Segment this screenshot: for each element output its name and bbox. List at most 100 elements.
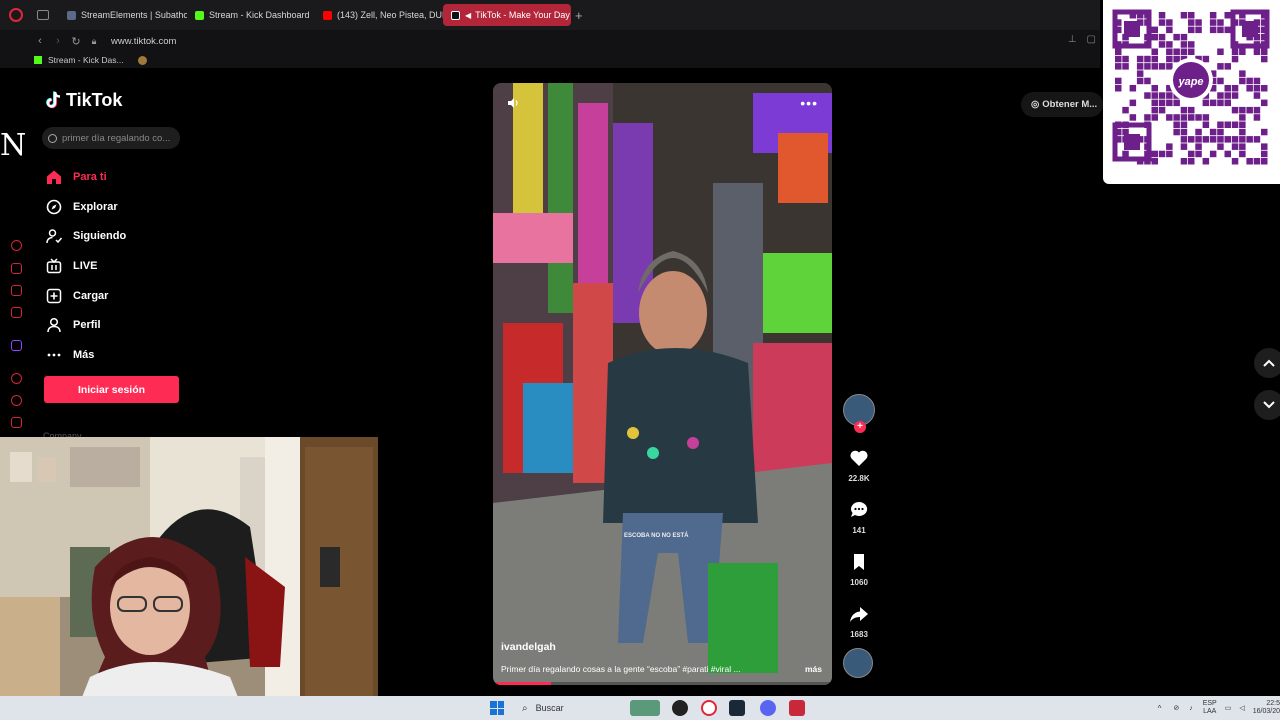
qr-module bbox=[1202, 121, 1210, 128]
tab-tiktok[interactable]: ◀ TikTok - Make Your Day bbox=[443, 4, 571, 26]
tab-label: TikTok - Make Your Day bbox=[475, 10, 570, 20]
sidebar-messenger-icon[interactable] bbox=[11, 285, 22, 296]
qr-module bbox=[1158, 92, 1166, 99]
search-icon bbox=[48, 133, 57, 143]
follow-plus-icon[interactable]: + bbox=[854, 421, 866, 433]
tray-mic-icon[interactable]: ♪ bbox=[1189, 705, 1193, 712]
description-more-link[interactable]: más bbox=[805, 664, 822, 674]
tab-streamelements[interactable]: StreamElements | Subathon bbox=[59, 4, 187, 26]
qr-module bbox=[1224, 150, 1231, 158]
qr-module bbox=[1166, 63, 1173, 70]
previous-video-button[interactable] bbox=[1254, 348, 1280, 378]
qr-module bbox=[1180, 106, 1188, 114]
qr-module bbox=[1180, 41, 1188, 48]
tiktok-favicon-icon bbox=[451, 10, 460, 20]
comment-action[interactable]: 141 bbox=[843, 500, 875, 535]
clock[interactable]: 22:5 16/03/20 bbox=[1253, 700, 1280, 716]
qr-module bbox=[1195, 143, 1202, 150]
qr-module bbox=[1166, 41, 1173, 48]
app-pinned-icon[interactable] bbox=[789, 700, 805, 716]
save-action[interactable]: 1060 bbox=[843, 552, 875, 587]
nav-item-siguiendo[interactable]: Siguiendo bbox=[46, 221, 126, 251]
tab-island-icon[interactable] bbox=[37, 10, 49, 20]
sidebar-cube-icon[interactable] bbox=[11, 417, 22, 428]
sidebar-app-icon[interactable] bbox=[11, 307, 22, 318]
qr-module bbox=[1253, 48, 1261, 55]
nav-item-explorar[interactable]: Explorar bbox=[46, 192, 126, 222]
qr-module bbox=[1224, 12, 1231, 19]
video-progress-bar[interactable] bbox=[493, 682, 832, 685]
chevron-down-icon bbox=[1263, 401, 1275, 409]
music-disc-icon[interactable] bbox=[843, 648, 873, 678]
nav-item-mas[interactable]: Más bbox=[46, 340, 126, 370]
reload-icon[interactable]: ↻ bbox=[67, 35, 85, 48]
sidebar-bag-icon[interactable] bbox=[11, 263, 22, 274]
qr-module bbox=[1188, 158, 1195, 165]
qr-module bbox=[1115, 55, 1122, 63]
bookmark-kick-dashboard[interactable]: Stream - Kick Das... bbox=[48, 55, 124, 65]
tray-network-icon[interactable]: ⊘ bbox=[1173, 704, 1179, 712]
windows-taskbar: ⌕ Buscar ^ ⊘ ♪ ESP LAA ▭ ◁ 22:5 16/03/20 bbox=[0, 696, 1280, 720]
video-author[interactable]: ivandelgah bbox=[501, 641, 556, 653]
tab-youtube[interactable]: (143) Zell, Neo Pistea, DUKI bbox=[315, 4, 443, 26]
back-icon[interactable]: ‹ bbox=[31, 35, 49, 47]
tray-chevron-icon[interactable]: ^ bbox=[1158, 704, 1162, 713]
qr-module bbox=[1231, 48, 1239, 55]
volume-icon[interactable] bbox=[507, 97, 519, 109]
get-app-button[interactable]: ◎ Obtener M... bbox=[1021, 92, 1103, 117]
qr-module bbox=[1231, 121, 1239, 128]
video-player[interactable]: ••• ESCOBA NO NO ESTÁ ivandelgah Primer … bbox=[493, 83, 832, 685]
new-tab-button[interactable]: + bbox=[575, 8, 583, 23]
creator-avatar[interactable]: + bbox=[843, 394, 875, 433]
url-field[interactable]: www.tiktok.com bbox=[111, 36, 176, 47]
taskbar-search[interactable]: ⌕ Buscar bbox=[512, 699, 622, 717]
nav-item-live[interactable]: LIVE bbox=[46, 251, 126, 281]
nav-item-cargar[interactable]: Cargar bbox=[46, 281, 126, 311]
search-input[interactable]: primer día regalando co... bbox=[42, 127, 180, 149]
share-icon bbox=[850, 607, 868, 622]
forward-icon[interactable]: › bbox=[49, 35, 67, 47]
snapshot-icon[interactable]: ▢ bbox=[1087, 34, 1096, 45]
tab-label: Stream - Kick Dashboard bbox=[209, 10, 310, 20]
like-action[interactable]: 22.8K bbox=[843, 448, 875, 483]
qr-module bbox=[1173, 55, 1180, 63]
qr-module bbox=[1115, 63, 1122, 70]
bookmark-extra-icon[interactable] bbox=[137, 55, 147, 65]
video-description: Primer día regalando cosas a la gente “e… bbox=[501, 664, 741, 674]
obs-app-icon[interactable] bbox=[672, 700, 688, 716]
qr-module bbox=[1202, 158, 1210, 165]
next-video-button[interactable] bbox=[1254, 390, 1280, 420]
windows-start-icon[interactable] bbox=[490, 701, 504, 715]
nav-item-perfil[interactable]: Perfil bbox=[46, 310, 126, 340]
opera-logo-icon[interactable] bbox=[9, 8, 23, 22]
qr-module bbox=[1261, 150, 1268, 158]
share-action[interactable]: 1683 bbox=[843, 604, 875, 639]
sidebar-twitch-icon[interactable] bbox=[11, 340, 22, 351]
sidebar-target-icon[interactable] bbox=[11, 373, 22, 384]
qr-module bbox=[1224, 63, 1231, 70]
tray-volume-icon[interactable]: ◁ bbox=[1239, 704, 1244, 712]
qr-module bbox=[1173, 128, 1180, 136]
qr-module bbox=[1217, 99, 1224, 107]
language-indicator[interactable]: ESP LAA bbox=[1203, 700, 1217, 716]
qr-module bbox=[1202, 99, 1210, 107]
tiktok-logo[interactable]: TikTok bbox=[46, 90, 122, 111]
nav-item-para-ti[interactable]: Para ti bbox=[46, 162, 126, 192]
nav-label: Para ti bbox=[73, 170, 107, 183]
qr-module bbox=[1195, 150, 1202, 158]
login-button[interactable]: Iniciar sesión bbox=[44, 376, 179, 403]
sidebar-history-icon[interactable] bbox=[11, 240, 22, 251]
weather-widget-icon[interactable] bbox=[630, 700, 660, 716]
steam-app-icon[interactable] bbox=[729, 700, 745, 716]
tab-kick-dashboard[interactable]: Stream - Kick Dashboard bbox=[187, 4, 315, 26]
opera-app-icon[interactable] bbox=[701, 700, 717, 716]
pin-icon[interactable]: ⊥ bbox=[1068, 34, 1077, 45]
tray-display-icon[interactable]: ▭ bbox=[1225, 704, 1232, 712]
yape-qr-panel: yape bbox=[1103, 0, 1280, 184]
sidebar-clock-icon[interactable] bbox=[11, 395, 22, 406]
qr-module bbox=[1217, 19, 1224, 26]
video-more-icon[interactable]: ••• bbox=[800, 95, 818, 111]
discord-app-icon[interactable] bbox=[760, 700, 776, 716]
like-count: 22.8K bbox=[848, 474, 870, 483]
qr-module bbox=[1173, 114, 1180, 121]
